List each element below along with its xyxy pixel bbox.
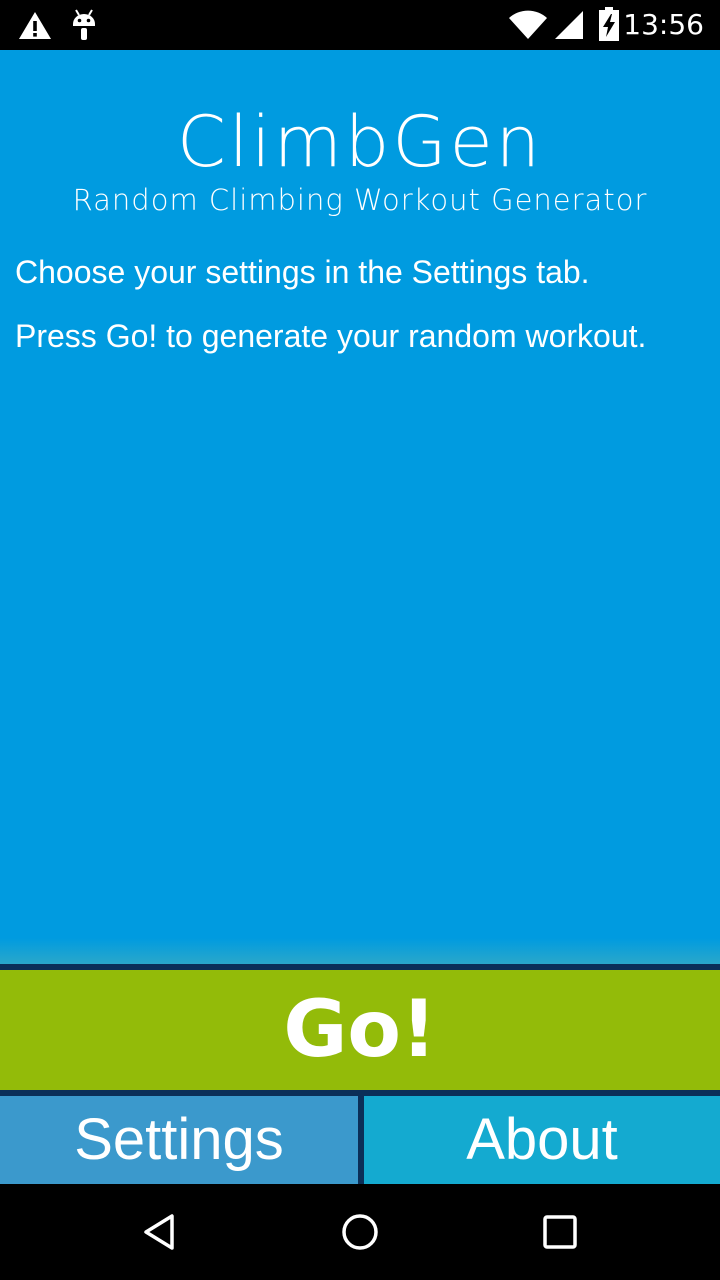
- navigation-bar: [0, 1184, 720, 1280]
- recents-button[interactable]: [530, 1202, 590, 1262]
- battery-charging-icon: [599, 7, 619, 41]
- back-icon: [144, 1214, 174, 1250]
- recents-icon: [543, 1215, 577, 1249]
- wifi-icon: [509, 10, 547, 39]
- warning-icon: [19, 12, 51, 39]
- go-button[interactable]: Go!: [0, 970, 720, 1090]
- back-button[interactable]: [130, 1202, 190, 1262]
- tab-about[interactable]: About: [364, 1096, 720, 1184]
- app-subtitle: Random Climbing Workout Generator: [72, 183, 648, 217]
- main-content: ClimbGen Random Climbing Workout Generat…: [0, 50, 720, 964]
- app-title: ClimbGen: [176, 101, 544, 183]
- android-debug-icon: [73, 9, 95, 40]
- app-screen: 13:56 ClimbGen Random Climbing Workout G…: [0, 0, 720, 1280]
- cell-signal-icon: [555, 11, 583, 39]
- instructions: Choose your settings in the Settings tab…: [15, 252, 715, 380]
- status-bar: 13:56: [0, 0, 720, 50]
- home-icon: [342, 1214, 378, 1250]
- instruction-settings: Choose your settings in the Settings tab…: [15, 254, 590, 290]
- home-button[interactable]: [330, 1202, 390, 1262]
- status-time: 13:56: [623, 8, 704, 41]
- tab-settings[interactable]: Settings: [0, 1096, 358, 1184]
- instruction-go: Press Go! to generate your random workou…: [15, 318, 647, 354]
